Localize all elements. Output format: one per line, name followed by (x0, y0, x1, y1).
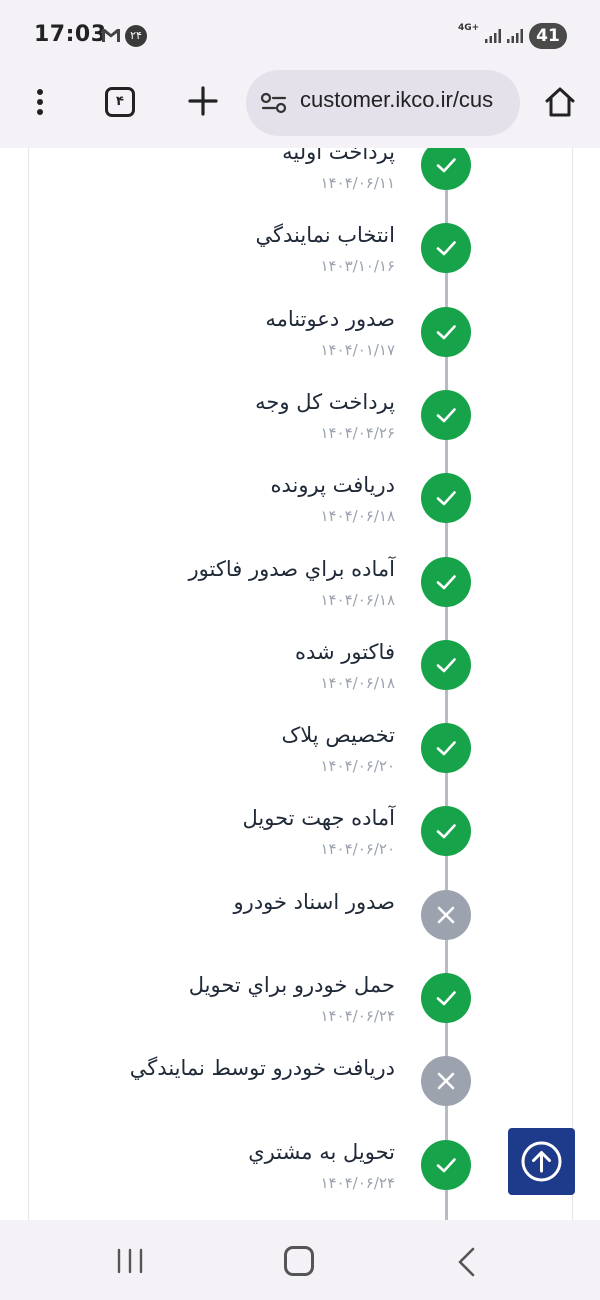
check-icon (421, 556, 471, 607)
check-icon (421, 148, 471, 190)
step-title: پرداخت اوليه (282, 148, 395, 164)
check-icon (421, 1139, 471, 1190)
step-date: ۱۴۰۴/۰۶/۲۰ (320, 757, 395, 776)
check-icon (421, 806, 471, 857)
home-nav-icon[interactable] (284, 1246, 314, 1276)
url-text: customer.ikco.ir/cus (300, 87, 494, 112)
check-icon (421, 723, 471, 774)
step-title: آماده براي صدور فاكتور (188, 556, 395, 581)
more-vert-icon (37, 89, 43, 95)
check-icon (421, 223, 471, 274)
site-settings-icon[interactable] (260, 92, 288, 114)
recents-icon[interactable] (116, 1248, 144, 1274)
step-title: پرداخت كل وجه (255, 389, 395, 414)
timeline-step: حمل خودرو براي تحويل ۱۴۰۴/۰۶/۲۴ (0, 973, 600, 1033)
timeline-step: فاكتور شده ۱۴۰۴/۰۶/۱۸ (0, 639, 600, 700)
back-icon[interactable] (454, 1246, 478, 1278)
step-date: ۱۴۰۴/۰۶/۲۴ (320, 1173, 395, 1192)
system-navigation-bar (0, 1220, 600, 1300)
step-title: تخصيص پلاک (281, 723, 395, 748)
menu-button[interactable] (24, 86, 56, 122)
timeline-step: تخصيص پلاک ۱۴۰۴/۰۶/۲۰ (0, 723, 600, 783)
timeline-step: صدور اسناد خودرو (0, 889, 600, 950)
step-title: دريافت خودرو توسط نمايندگي (129, 1056, 395, 1081)
timeline-step: آماده جهت تحويل ۱۴۰۴/۰۶/۲۰ (0, 806, 600, 866)
timeline-step: پرداخت اوليه ۱۴۰۴/۰۶/۱۱ (0, 148, 600, 200)
step-title: آماده جهت تحويل (242, 806, 395, 831)
step-title: تحويل به مشتري (248, 1139, 395, 1164)
tab-switcher-button[interactable]: ۴ (105, 87, 135, 117)
signal-icon (485, 29, 501, 43)
step-title: فاكتور شده (294, 639, 395, 664)
step-title: صدور دعوتنامه (265, 306, 395, 331)
step-date: ۱۴۰۴/۰۶/۱۱ (320, 174, 395, 192)
new-tab-button[interactable] (186, 84, 220, 118)
step-date: ۱۴۰۴/۰۴/۲۶ (320, 423, 395, 442)
check-icon (421, 973, 471, 1023)
notification-badge: ۲۴ (125, 25, 147, 47)
arrow-up-circle-icon (521, 1141, 562, 1182)
network-type: 4G+ (458, 23, 480, 33)
check-icon (421, 639, 471, 690)
battery-indicator: 41 (529, 23, 567, 49)
step-date: ۱۴۰۴/۰۶/۱۸ (320, 673, 395, 692)
step-title: صدور اسناد خودرو (233, 889, 395, 914)
signal-icon (507, 29, 523, 43)
step-date: ۱۴۰۴/۰۱/۱۷ (320, 340, 395, 359)
step-date: ۱۴۰۴/۰۶/۲۰ (320, 840, 395, 859)
check-icon (421, 473, 471, 524)
browser-toolbar: ۴ customer.ikco.ir/cus (0, 70, 600, 148)
timeline-step: دريافت پرونده ۱۴۰۴/۰۶/۱۸ (0, 473, 600, 533)
status-time: 17:03 (34, 22, 107, 47)
check-icon (421, 389, 471, 440)
step-date: ۱۴۰۴/۰۶/۱۸ (320, 590, 395, 609)
scroll-to-top-button[interactable] (508, 1128, 575, 1195)
timeline-step: دريافت خودرو توسط نمايندگي (0, 1056, 600, 1116)
home-icon[interactable] (542, 84, 578, 120)
status-bar: 17:03 ۲۴ 4G+ 41 (0, 0, 600, 70)
page-content: پرداخت اوليه ۱۴۰۴/۰۶/۱۱ انتخاب نمايندگي ۱۴۰… (0, 148, 600, 1220)
timeline-step: آماده براي صدور فاكتور ۱۴۰۴/۰۶/۱۸ (0, 556, 600, 617)
step-title: دريافت پرونده (270, 473, 395, 498)
step-date: ۱۴۰۳/۱۰/۱۶ (320, 257, 395, 276)
address-bar[interactable]: customer.ikco.ir/cus (246, 70, 520, 136)
step-date: ۱۴۰۴/۰۶/۱۸ (320, 507, 395, 526)
gmail-icon (102, 29, 120, 42)
timeline-step: پرداخت كل وجه ۱۴۰۴/۰۴/۲۶ (0, 389, 600, 450)
timeline-step: انتخاب نمايندگي ۱۴۰۳/۱۰/۱۶ (0, 223, 600, 283)
timeline-step: صدور دعوتنامه ۱۴۰۴/۰۱/۱۷ (0, 306, 600, 367)
close-icon (421, 1056, 471, 1107)
step-title: حمل خودرو براي تحويل (188, 973, 395, 997)
step-date: ۱۴۰۴/۰۶/۲۴ (320, 1007, 395, 1025)
step-title: انتخاب نمايندگي (255, 223, 395, 248)
close-icon (421, 889, 471, 940)
check-icon (421, 306, 471, 357)
